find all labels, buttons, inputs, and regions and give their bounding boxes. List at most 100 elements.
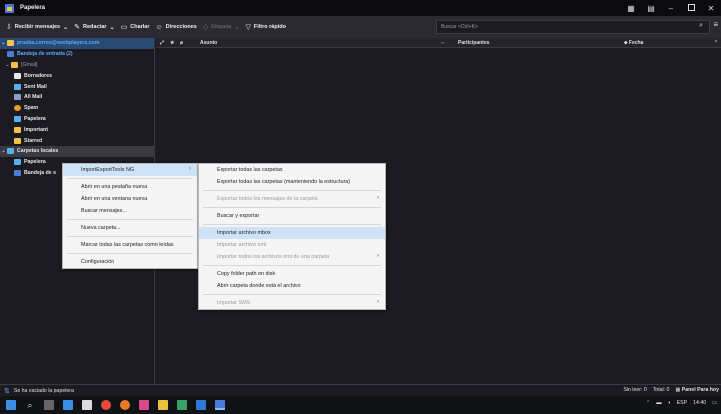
trash-icon <box>14 159 21 166</box>
folder-label: Sent Mail <box>24 83 47 90</box>
minimize-button[interactable]: – <box>661 4 681 13</box>
folder-inbox[interactable]: Bandeja de entrada (2) <box>0 49 154 60</box>
close-button[interactable]: ✕ <box>701 4 721 13</box>
folder-all-mail[interactable]: All Mail <box>0 92 154 103</box>
thunderbird-icon[interactable] <box>215 400 225 410</box>
chat-label: Charlar <box>130 24 150 30</box>
write-button[interactable]: ✎ Redactar ⌄ <box>74 23 114 31</box>
app-menu-icon[interactable]: ≡ <box>713 20 718 29</box>
store-icon[interactable] <box>82 400 92 410</box>
star-icon[interactable]: ★ <box>170 40 174 46</box>
attachment-icon[interactable]: ⌀ <box>180 40 183 46</box>
column-picker-icon[interactable]: ⌃ <box>714 40 718 46</box>
chevron-right-icon: › <box>377 195 379 201</box>
volume-icon[interactable]: ◖ <box>668 400 671 406</box>
chat-icon: ▭ <box>120 24 128 31</box>
activity-icon[interactable]: ⇅ <box>4 387 10 395</box>
folder-label: Bandeja de entrada (2) <box>17 51 73 58</box>
menu-separator <box>67 253 193 254</box>
window-controls: ▦ ▤ – ✕ <box>621 0 721 16</box>
menu-item-label: Abrir en una ventana nueva <box>81 196 148 202</box>
notifications-icon[interactable]: ▭ <box>712 400 717 406</box>
search-input[interactable]: Buscar <Ctrl+K> ⌕ <box>436 20 710 34</box>
address-book-button[interactable]: ☺ Direcciones <box>156 24 197 31</box>
folder-account[interactable]: ⌄ prueba.correo@workplayers.com <box>0 38 154 49</box>
menu-item-label: Importar todos los archivos eml de una c… <box>217 254 330 260</box>
expand-icon[interactable]: ⌄ <box>0 40 7 46</box>
window-title: Papelera <box>20 5 46 11</box>
maximize-button[interactable] <box>681 3 701 13</box>
menu-item-import-eml[interactable]: Importar archivo eml <box>199 239 385 251</box>
menu-item-export-folder-messages[interactable]: Exportar todos los mensajes de la carpet… <box>199 193 385 205</box>
folder-label: Spam <box>24 105 39 112</box>
folder-spam[interactable]: Spam <box>0 103 154 114</box>
search-icon[interactable]: ⌕ <box>699 22 703 30</box>
menu-item-importexporttools[interactable]: ImportExportTools NG › <box>63 164 197 176</box>
expand-icon[interactable]: ⌄ <box>4 62 11 68</box>
menu-item-label: Copy folder path on disk <box>217 271 276 277</box>
chevron-up-icon[interactable]: ⌃ <box>646 400 650 406</box>
folder-context-menu: ImportExportTools NG › Abrir en una pest… <box>62 163 198 269</box>
menu-item-mark-all-read[interactable]: Marcar todas las carpetas como leídas <box>63 239 197 251</box>
folder-important[interactable]: Important <box>0 124 154 135</box>
task-view-icon[interactable] <box>44 400 54 410</box>
folder-local-folders[interactable]: ⌄ Carpetas locales <box>0 145 154 157</box>
menu-item-export-all-folders[interactable]: Exportar todas las carpetas <box>199 164 385 176</box>
read-status-icon[interactable]: ⇔ <box>440 40 445 46</box>
chevron-down-icon[interactable]: ⌄ <box>63 24 68 31</box>
clock[interactable]: 14:40 <box>693 400 706 406</box>
menu-item-import-sms[interactable]: Importar SMS › <box>199 297 385 309</box>
app-icon[interactable] <box>139 400 149 410</box>
thread-header: ⤢ ★ ⌀ Asunto ⇔ Participantes ⬥ Fecha ⌃ <box>156 38 721 48</box>
menu-item-settings[interactable]: Configuración <box>63 256 197 268</box>
chat-button[interactable]: ▭ Charlar <box>121 23 150 31</box>
network-icon[interactable]: ▬ <box>656 400 661 406</box>
search-icon[interactable]: ⌕ <box>25 400 35 410</box>
file-explorer-icon[interactable] <box>158 400 168 410</box>
folder-label: [Gmail] <box>21 61 38 68</box>
folder-sent[interactable]: Sent Mail <box>0 81 154 92</box>
app-icon[interactable] <box>177 400 187 410</box>
menu-item-label: Importar archivo mbox <box>217 230 271 236</box>
inbox-icon <box>7 51 14 58</box>
expand-icon[interactable]: ⌄ <box>0 148 7 154</box>
language-indicator[interactable]: ESP <box>677 400 687 406</box>
menu-item-search-messages[interactable]: Buscar mensajes... <box>63 205 197 217</box>
edge-browser-icon[interactable] <box>63 400 73 410</box>
chevron-down-icon[interactable]: ⌄ <box>234 24 239 31</box>
folder-trash[interactable]: Papelera <box>0 114 154 125</box>
menu-item-open-new-window[interactable]: Abrir en una ventana nueva <box>63 193 197 205</box>
menu-item-export-all-folders-structure[interactable]: Exportar todas las carpetas (manteniendo… <box>199 176 385 188</box>
unread-count: Sin leer: 0 <box>623 387 647 393</box>
folder-gmail[interactable]: ⌄ [Gmail] <box>0 60 154 71</box>
mail-icon[interactable] <box>196 400 206 410</box>
menu-item-open-new-tab[interactable]: Abrir en una pestaña nueva <box>63 181 197 193</box>
chevron-right-icon: › <box>189 166 191 172</box>
get-messages-button[interactable]: ⇩ Recibir mensajes ⌄ <box>6 23 68 31</box>
menu-item-new-folder[interactable]: Nueva carpeta... <box>63 222 197 234</box>
firefox-icon[interactable] <box>120 400 130 410</box>
menu-item-import-mbox[interactable]: Importar archivo mbox <box>199 227 385 239</box>
start-icon[interactable] <box>6 400 16 410</box>
importexport-submenu: Exportar todas las carpetas Exportar tod… <box>198 163 386 310</box>
tag-button[interactable]: ◇ Etiqueta ⌄ <box>203 23 240 31</box>
menu-item-open-folder-location[interactable]: Abrir carpeta donde está el archivo <box>199 280 385 292</box>
menu-item-search-and-export[interactable]: Buscar y exportar <box>199 210 385 222</box>
calendar-icon[interactable]: ▦ <box>621 4 641 13</box>
today-pane-toggle[interactable]: ▦ Panel Para hoy <box>675 387 719 393</box>
drafts-icon <box>14 72 21 79</box>
tasks-icon[interactable]: ▤ <box>641 4 661 13</box>
folder-drafts[interactable]: Borradores <box>0 70 154 81</box>
menu-item-import-eml-folder[interactable]: Importar todos los archivos eml de una c… <box>199 251 385 263</box>
chrome-icon[interactable] <box>101 400 111 410</box>
quick-filter-button[interactable]: ▽ Filtro rápido <box>245 23 285 31</box>
folder-starred[interactable]: Starred <box>0 135 154 146</box>
column-participants[interactable]: Participantes <box>458 40 489 46</box>
menu-item-copy-folder-path[interactable]: Copy folder path on disk <box>199 268 385 280</box>
title-bar: Papelera ▦ ▤ – ✕ <box>0 0 721 16</box>
thread-column-icon[interactable]: ⤢ <box>160 40 164 46</box>
chevron-down-icon[interactable]: ⌄ <box>110 24 115 31</box>
pencil-icon: ✎ <box>74 24 81 31</box>
column-date[interactable]: ⬥ Fecha <box>624 40 643 46</box>
column-subject[interactable]: Asunto <box>200 40 217 46</box>
